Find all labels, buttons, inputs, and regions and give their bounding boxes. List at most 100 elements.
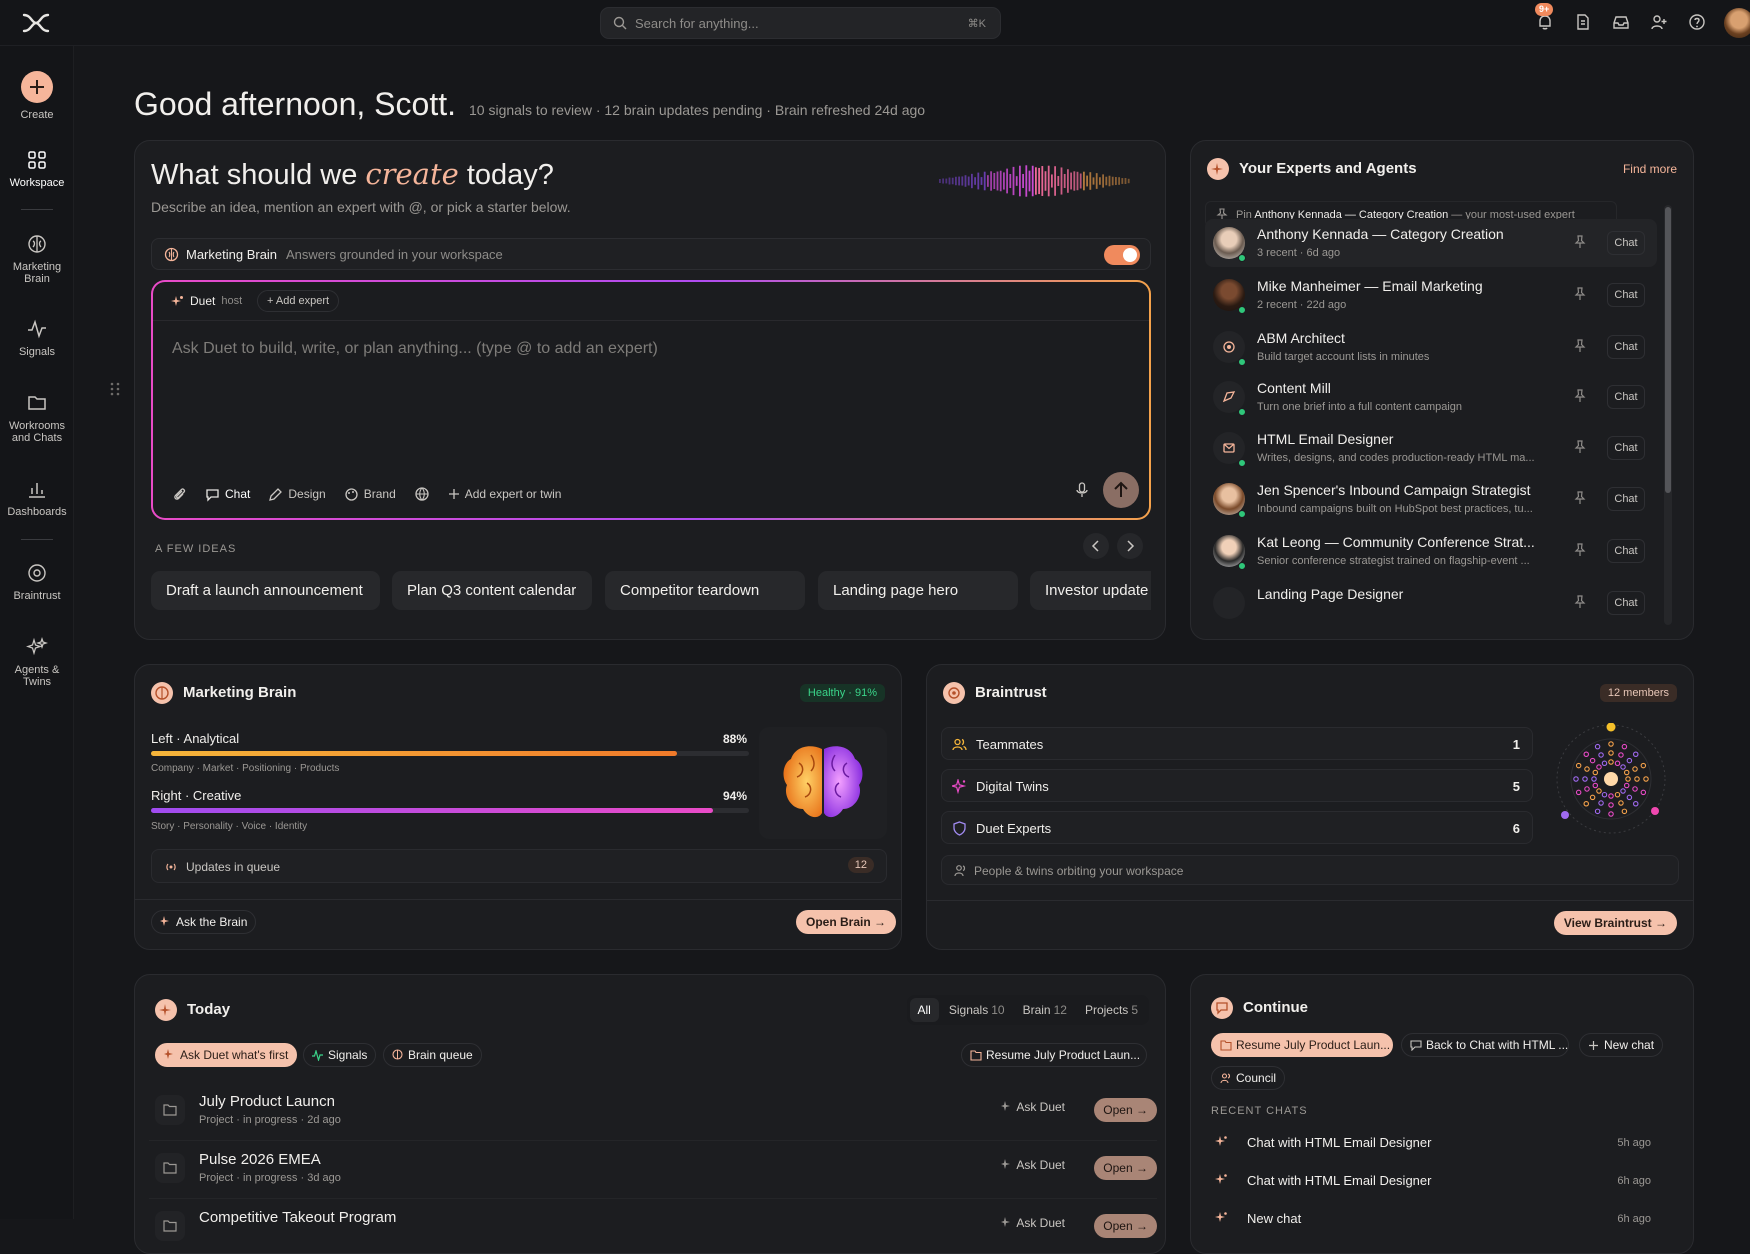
- help-icon[interactable]: [1688, 13, 1706, 31]
- tab-all[interactable]: All: [909, 998, 939, 1022]
- ideas-next-button[interactable]: [1117, 533, 1143, 559]
- ask-brain-button[interactable]: Ask the Brain: [151, 910, 257, 934]
- council-chip[interactable]: Council: [1211, 1066, 1286, 1090]
- expert-item[interactable]: Content Mill Turn one brief into a full c…: [1205, 373, 1657, 421]
- idea-chip[interactable]: Competitor teardown: [605, 571, 805, 610]
- user-avatar[interactable]: [1724, 8, 1750, 38]
- scrollbar-thumb[interactable]: [1665, 207, 1671, 493]
- sidebar-item-label: Braintrust: [13, 590, 61, 602]
- ideas-prev-button[interactable]: [1083, 533, 1109, 559]
- experts-scrollbar[interactable]: [1664, 205, 1672, 625]
- drag-handle-icon[interactable]: [110, 382, 120, 396]
- sidebar-item-dashboards[interactable]: Dashboards: [0, 478, 74, 518]
- brain-toggle[interactable]: [1104, 245, 1140, 265]
- sidebar-item-signals[interactable]: Signals: [0, 318, 74, 358]
- brain-queue-chip[interactable]: Brain queue: [383, 1043, 482, 1067]
- expert-item[interactable]: Landing Page Designer Chat: [1205, 579, 1657, 627]
- idea-chip[interactable]: Landing page hero: [818, 571, 1018, 610]
- sidebar-item-workrooms[interactable]: Workrooms and Chats: [0, 392, 74, 444]
- expert-chat-button[interactable]: Chat: [1607, 487, 1645, 511]
- recent-chat-item[interactable]: New chat 6h ago: [1209, 1200, 1651, 1238]
- pin-icon[interactable]: [1573, 543, 1587, 557]
- signals-chip[interactable]: Signals: [303, 1043, 377, 1067]
- search-input[interactable]: Search for anything...: [635, 16, 759, 31]
- braintrust-row-digital-twins[interactable]: Digital Twins 5: [941, 769, 1533, 802]
- continue-card: Continue Resume July Product Laun... Bac…: [1190, 974, 1694, 1254]
- ask-duet-first-chip[interactable]: Ask Duet what's first: [155, 1043, 298, 1067]
- design-mode-button[interactable]: Design: [268, 487, 326, 502]
- pin-icon[interactable]: [1573, 440, 1587, 454]
- find-more-link[interactable]: Find more: [1623, 162, 1677, 176]
- ask-duet-button[interactable]: Ask Duet: [1001, 1100, 1065, 1114]
- add-expert-button[interactable]: + Add expert: [257, 290, 340, 312]
- idea-chip[interactable]: Investor update: [1030, 571, 1151, 610]
- sidebar-item-workspace[interactable]: Workspace: [0, 149, 74, 189]
- back-to-chat-chip[interactable]: Back to Chat with HTML ...: [1401, 1033, 1569, 1057]
- open-project-button[interactable]: Open →: [1094, 1214, 1157, 1238]
- sidebar-item-braintrust[interactable]: Braintrust: [0, 562, 74, 602]
- open-project-button[interactable]: Open →: [1094, 1098, 1157, 1122]
- expert-item[interactable]: Anthony Kennada — Category Creation 3 rec…: [1205, 219, 1657, 267]
- expert-item[interactable]: Mike Manheimer — Email Marketing 2 recent…: [1205, 271, 1657, 319]
- sidebar-item-agents-twins[interactable]: Agents & Twins: [0, 636, 74, 688]
- tab-brain[interactable]: Brain 12: [1015, 998, 1075, 1022]
- pin-icon[interactable]: [1573, 389, 1587, 403]
- idea-chip[interactable]: Plan Q3 content calendar: [392, 571, 592, 610]
- globe-icon[interactable]: [414, 486, 430, 502]
- composer-input[interactable]: Ask Duet to build, write, or plan anythi…: [172, 340, 658, 358]
- expert-chat-button[interactable]: Chat: [1607, 231, 1645, 255]
- chip-label: Signals: [328, 1048, 368, 1062]
- braintrust-row-duet-experts[interactable]: Duet Experts 6: [941, 811, 1533, 844]
- today-row[interactable]: Competitive Takeout Program Ask Duet Open …: [149, 1199, 1157, 1253]
- pin-icon[interactable]: [1573, 235, 1587, 249]
- expert-item[interactable]: ABM Architect Build target account lists …: [1205, 323, 1657, 371]
- expert-chat-button[interactable]: Chat: [1607, 539, 1645, 563]
- expert-chat-button[interactable]: Chat: [1607, 335, 1645, 359]
- today-row[interactable]: July Product Launcn Project · in progress…: [149, 1083, 1157, 1141]
- open-project-button[interactable]: Open →: [1094, 1156, 1157, 1180]
- resume-project-chip[interactable]: Resume July Product Laun...: [961, 1043, 1147, 1067]
- tab-projects[interactable]: Projects 5: [1077, 998, 1146, 1022]
- expert-chat-button[interactable]: Chat: [1607, 591, 1645, 615]
- host-chip[interactable]: Duet host: [163, 290, 250, 312]
- expert-item[interactable]: HTML Email Designer Writes, designs, and …: [1205, 424, 1657, 472]
- brand-mode-button[interactable]: Brand: [344, 487, 396, 502]
- attach-icon[interactable]: [171, 486, 187, 502]
- microphone-icon[interactable]: [1075, 482, 1089, 498]
- search-bar[interactable]: Search for anything... ⌘K: [600, 7, 1001, 39]
- pin-icon[interactable]: [1573, 595, 1587, 609]
- add-user-icon[interactable]: [1650, 13, 1668, 31]
- send-button[interactable]: [1103, 472, 1139, 508]
- expert-chat-button[interactable]: Chat: [1607, 283, 1645, 307]
- updates-queue-row[interactable]: Updates in queue 12: [151, 849, 887, 883]
- new-chat-chip[interactable]: New chat: [1579, 1033, 1664, 1057]
- resume-chip[interactable]: Resume July Product Laun...: [1211, 1033, 1393, 1057]
- expert-item[interactable]: Kat Leong — Community Conference Strat..…: [1205, 527, 1657, 575]
- recent-chat-item[interactable]: Chat with HTML Email Designer 5h ago: [1209, 1124, 1651, 1162]
- sidebar-item-marketing-brain[interactable]: Marketing Brain: [0, 233, 74, 285]
- inbox-icon[interactable]: [1612, 13, 1630, 31]
- pin-icon[interactable]: [1573, 491, 1587, 505]
- expert-chat-button[interactable]: Chat: [1607, 385, 1645, 409]
- add-expert-twin-button[interactable]: Add expert or twin: [448, 487, 561, 501]
- open-brain-button[interactable]: Open Brain →: [796, 910, 897, 934]
- brain-illustration: [759, 727, 887, 839]
- expert-chat-button[interactable]: Chat: [1607, 436, 1645, 460]
- braintrust-row-teammates[interactable]: Teammates 1: [941, 727, 1533, 760]
- pin-icon[interactable]: [1573, 287, 1587, 301]
- pin-icon[interactable]: [1573, 339, 1587, 353]
- app-logo-icon[interactable]: [22, 12, 50, 34]
- today-row[interactable]: Pulse 2026 EMEA Project · in progress · 3…: [149, 1141, 1157, 1199]
- voice-waveform-icon: [935, 161, 1135, 201]
- folder-icon: [155, 1095, 185, 1125]
- sidebar-item-create[interactable]: Create: [0, 71, 74, 121]
- view-braintrust-button[interactable]: View Braintrust →: [1553, 911, 1677, 935]
- expert-item[interactable]: Jen Spencer's Inbound Campaign Strategis…: [1205, 475, 1657, 523]
- ask-duet-button[interactable]: Ask Duet: [1001, 1216, 1065, 1230]
- idea-chip[interactable]: Draft a launch announcement: [151, 571, 380, 610]
- recent-chat-item[interactable]: Chat with HTML Email Designer 6h ago: [1209, 1162, 1651, 1200]
- tab-signals[interactable]: Signals 10: [941, 998, 1013, 1022]
- document-icon[interactable]: [1574, 13, 1592, 31]
- chat-mode-button[interactable]: Chat: [205, 487, 250, 502]
- ask-duet-button[interactable]: Ask Duet: [1001, 1158, 1065, 1172]
